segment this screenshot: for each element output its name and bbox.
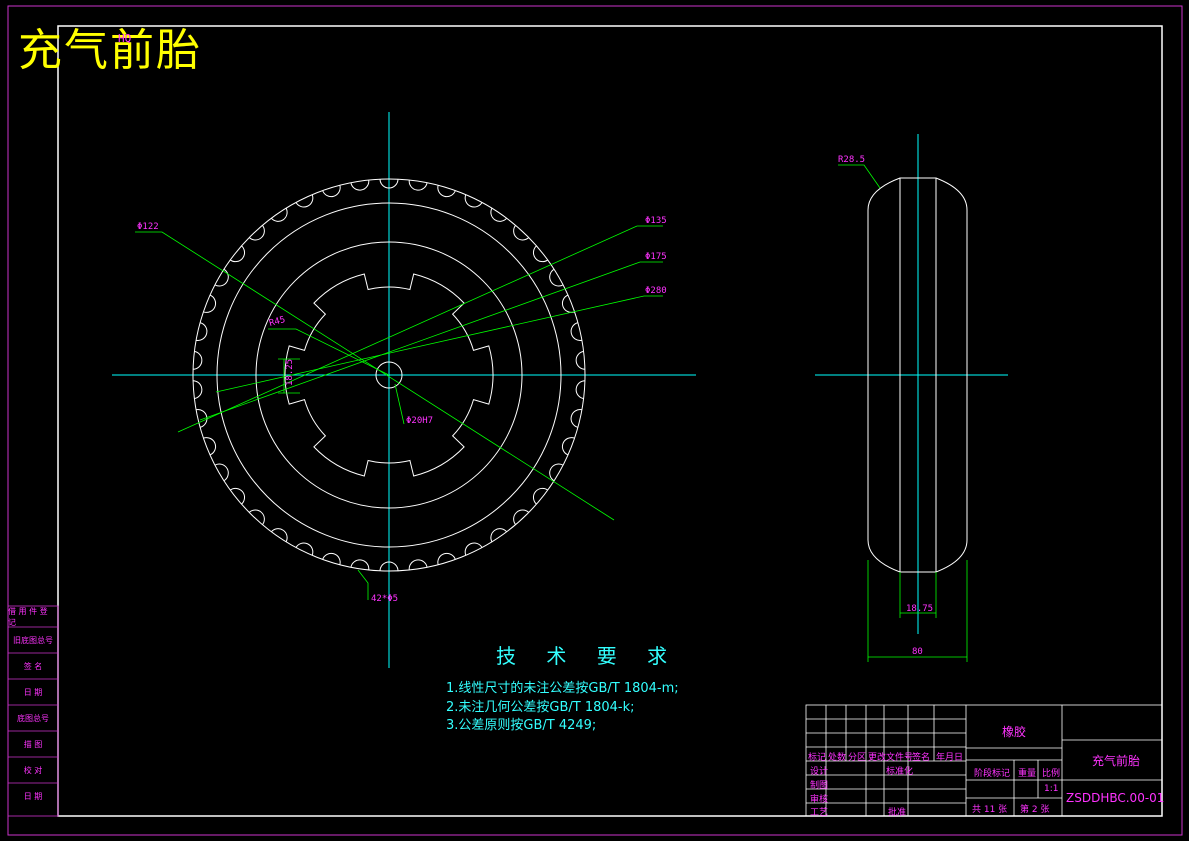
- tread-groove: [214, 268, 229, 287]
- side-view: R28.5 18.75 80: [815, 134, 1008, 662]
- dim-phi122: Φ122: [137, 222, 159, 232]
- tb-scale-label: 比例: [1042, 769, 1061, 779]
- tb-header-change: 更改文件号: [868, 753, 914, 763]
- leader-phi122: [135, 231, 615, 521]
- tread-groove: [513, 224, 530, 241]
- leader-phi175: [199, 261, 663, 421]
- tb-row-design: 设计: [810, 767, 829, 777]
- dim-phi135: Φ135: [645, 216, 667, 226]
- leader-r28: [838, 164, 881, 189]
- tread-groove: [533, 245, 549, 263]
- tb-header-zone: 分区: [848, 753, 867, 763]
- dim-phi175: Φ175: [645, 252, 667, 262]
- side-stamp-label: 旧底图总号: [13, 636, 53, 645]
- dim-slot-width: 18.25: [285, 359, 295, 386]
- leader-grooves: [357, 569, 369, 600]
- tb-part-name: 充气前胎: [1092, 754, 1141, 768]
- side-stamp-label: 签 名: [23, 662, 43, 671]
- leader-phi135: [177, 225, 663, 433]
- tb-standardize: 标准化: [886, 767, 914, 777]
- tread-groove: [490, 528, 508, 543]
- leader-phi280: [215, 295, 663, 393]
- tb-sheet-no: 第 2 张: [1020, 805, 1050, 815]
- tread-groove: [229, 245, 245, 263]
- tread-groove: [533, 487, 549, 505]
- title-stamp: 充气前胎: [18, 25, 202, 76]
- tb-scale-value: 1:1: [1044, 784, 1059, 794]
- dim-overall-width: 80: [912, 647, 923, 657]
- tech-note-2: 2.未注几何公差按GB/T 1804-k;: [446, 700, 635, 715]
- tb-stage-label: 阶段标记: [974, 769, 1011, 779]
- tread-groove: [248, 224, 265, 241]
- tb-row-draw: 制图: [810, 781, 829, 791]
- dim-r45: R45: [268, 315, 286, 329]
- tread-groove: [513, 509, 530, 526]
- dim-r28: R28.5: [838, 155, 865, 165]
- tread-groove: [549, 463, 564, 482]
- tech-note-1: 1.线性尺寸的未注公差按GB/T 1804-m;: [446, 681, 679, 696]
- tread-groove: [322, 184, 341, 198]
- tb-header-count: 处数: [828, 753, 847, 763]
- tread-groove: [437, 552, 456, 566]
- tread-groove: [214, 463, 229, 482]
- tread-groove: [248, 509, 265, 526]
- tech-note-3: 3.公差原则按GB/T 4249;: [446, 718, 597, 733]
- dimension-leaders: [135, 225, 663, 600]
- dim-bore: Φ20H7: [406, 416, 433, 426]
- side-stamp-label: 借 用 件 登 记: [8, 606, 48, 627]
- side-stamp-label: 底图总号: [17, 714, 49, 723]
- side-stamp-label: 校 对: [23, 766, 43, 775]
- dim-groove-count: 42*Φ5: [371, 594, 398, 604]
- tb-header-sign: 签名: [912, 753, 931, 763]
- tread-groove: [437, 184, 456, 198]
- side-stamp-label: 描 图: [23, 740, 43, 749]
- tb-header-date: 年月日: [936, 753, 964, 763]
- tb-header-mark: 标记: [808, 753, 827, 763]
- tb-row-process: 工艺: [810, 808, 829, 818]
- tread-groove: [270, 528, 288, 543]
- tb-row-review: 审核: [810, 795, 829, 805]
- leader-bore: [394, 383, 405, 425]
- dim-phi280: Φ280: [645, 286, 667, 296]
- tech-requirements-heading: 技 术 要 求: [496, 644, 680, 668]
- tread-groove: [322, 552, 341, 566]
- ghost-text: HQ: [118, 32, 132, 45]
- tread-groove: [490, 207, 508, 222]
- tb-weight-label: 重量: [1018, 769, 1037, 779]
- tread-groove: [229, 487, 245, 505]
- side-stamp-label: 日 期: [23, 688, 43, 697]
- tb-material: 橡胶: [1002, 725, 1027, 739]
- tb-approve: 批准: [888, 808, 907, 818]
- side-stamp-label: 日 期: [23, 792, 43, 801]
- dim-inner-width: 18.75: [906, 604, 933, 614]
- tread-groove: [549, 268, 564, 287]
- tb-drawing-number: ZSDDHBC.00-01: [1066, 791, 1165, 805]
- tread-groove: [270, 207, 288, 222]
- front-view: Φ122 Φ135 Φ175 Φ280 R45 18.25 Φ20H7 42*Φ…: [112, 112, 696, 668]
- tb-sheets-total: 共 11 张: [972, 805, 1008, 815]
